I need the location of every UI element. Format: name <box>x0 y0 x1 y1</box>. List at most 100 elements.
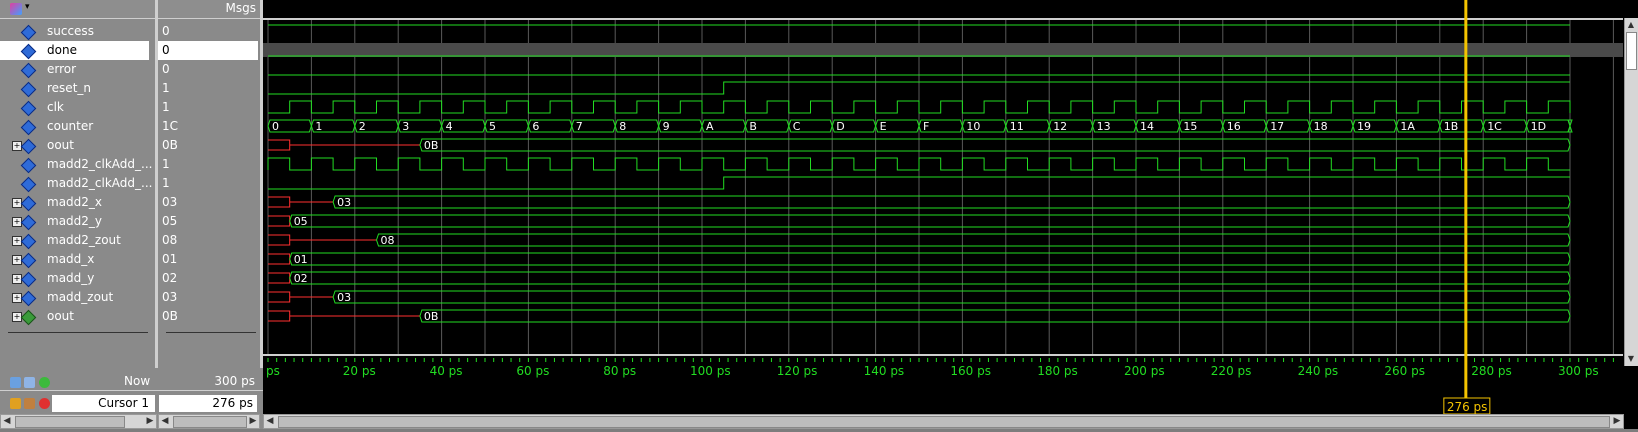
bus-value-label: C <box>793 120 801 133</box>
wave-toolbar-icon[interactable] <box>10 3 22 15</box>
signal-row[interactable]: success <box>0 22 149 41</box>
signal-row[interactable]: + madd_y <box>0 269 149 288</box>
bus-value-label: 0B <box>424 310 439 323</box>
unknown-bus-segment <box>268 234 377 246</box>
signal-name: madd2_y <box>47 214 103 228</box>
bus-value-label: 10 <box>966 120 980 133</box>
scroll-left-icon[interactable]: ◀ <box>265 416 275 426</box>
add-cursor-icon[interactable] <box>39 377 50 388</box>
digital-waveform <box>267 157 1570 171</box>
bus-value-label: 11 <box>1010 120 1024 133</box>
signal-diamond-icon <box>20 214 37 231</box>
signal-value-row[interactable]: 0 <box>158 41 258 60</box>
signal-row[interactable]: + madd2_zout <box>0 231 149 250</box>
signal-row[interactable]: error <box>0 60 149 79</box>
bus-segment <box>289 214 1571 228</box>
signal-value-row[interactable]: 1 <box>158 155 258 174</box>
values-header: Msgs <box>158 0 260 19</box>
signal-row[interactable]: done <box>0 41 149 60</box>
signal-diamond-icon <box>20 81 37 98</box>
bus-value-label: 1C <box>1487 120 1502 133</box>
values-scrollbar[interactable]: ◀ ▶ <box>158 414 260 429</box>
scroll-right-icon[interactable]: ▶ <box>145 416 155 426</box>
signal-value: 1 <box>162 81 170 95</box>
signal-row[interactable]: counter <box>0 117 149 136</box>
wave-scroll-thumb[interactable] <box>278 416 1610 428</box>
unknown-bus-segment <box>268 272 291 284</box>
timeline-tick-label: 100 ps <box>690 364 731 378</box>
signal-diamond-icon <box>20 62 37 79</box>
signal-row[interactable]: + madd_zout <box>0 288 149 307</box>
signal-value-row[interactable]: 03 <box>158 288 258 307</box>
signal-value-row[interactable]: 01 <box>158 250 258 269</box>
timeline-tick-label: 160 ps <box>950 364 991 378</box>
bus-value-label: D <box>836 120 844 133</box>
signal-value: 1 <box>162 100 170 114</box>
signal-row[interactable]: + madd2_x <box>0 193 149 212</box>
signal-value-row[interactable]: 1 <box>158 174 258 193</box>
wrench-icon[interactable] <box>24 398 35 409</box>
signal-name: error <box>47 62 77 76</box>
names-scrollbar[interactable]: ◀ ▶ <box>0 414 157 429</box>
scroll-right-icon[interactable]: ▶ <box>1612 416 1622 426</box>
timeline-tick-label: 280 ps <box>1471 364 1512 378</box>
signal-value-row[interactable]: 1C <box>158 117 258 136</box>
cursor-name-field[interactable]: Cursor 1 <box>52 395 155 412</box>
add-wave-icon[interactable] <box>10 377 21 388</box>
cursor-value-field[interactable]: 276 ps <box>159 395 257 412</box>
signal-name: madd2_zout <box>47 233 121 247</box>
digital-waveform <box>268 100 1571 114</box>
scroll-left-icon[interactable]: ◀ <box>160 416 170 426</box>
names-scroll-thumb[interactable] <box>15 416 125 428</box>
signal-row[interactable]: + madd2_y <box>0 212 149 231</box>
signal-row[interactable]: + madd_x <box>0 250 149 269</box>
wave-vscroll-thumb[interactable] <box>1626 32 1637 70</box>
signal-row[interactable]: + oout <box>0 136 149 155</box>
signal-row[interactable]: clk <box>0 98 149 117</box>
scroll-up-icon[interactable]: ▲ <box>1626 20 1636 30</box>
signal-row[interactable]: reset_n <box>0 79 149 98</box>
signal-value-row[interactable]: 0B <box>158 136 258 155</box>
edit-wave-icon[interactable] <box>24 377 35 388</box>
signal-value-row[interactable]: 05 <box>158 212 258 231</box>
signal-value-row[interactable]: 1 <box>158 79 258 98</box>
waveform-pane[interactable]: 0 1 2 3 4 5 6 7 8 9 A B C D E F 10 11 12 13 14 15 16 17 18 19 1A 1B… <box>263 0 1638 429</box>
bus-value-label: F <box>923 120 929 133</box>
cursor-panel: Now 300 ps Cursor 1 276 ps ◀ ▶ ◀ ▶ <box>0 368 263 429</box>
signal-value-row[interactable]: 1 <box>158 98 258 117</box>
values-scroll-thumb[interactable] <box>173 416 247 428</box>
signal-value-row[interactable]: 03 <box>158 193 258 212</box>
lock-icon[interactable] <box>10 398 21 409</box>
signal-value-row[interactable]: 08 <box>158 231 258 250</box>
waveform-canvas[interactable]: 0 1 2 3 4 5 6 7 8 9 A B C D E F 10 11 12 13 14 15 16 17 18 19 1A 1B… <box>263 0 1638 429</box>
bus-value-label: 3 <box>402 120 409 133</box>
scroll-left-icon[interactable]: ◀ <box>2 416 12 426</box>
signal-diamond-icon <box>20 24 37 41</box>
signal-value-row[interactable]: 0 <box>158 22 258 41</box>
signal-row[interactable]: madd2_clkAdd_... <box>0 174 152 193</box>
unknown-bus-segment <box>268 215 291 227</box>
wave-vertical-scrollbar[interactable]: ▲ ▼ <box>1624 18 1638 366</box>
signal-value-row[interactable]: 0 <box>158 60 258 79</box>
bus-value-label: 03 <box>337 291 351 304</box>
wave-horizontal-scrollbar[interactable]: ◀ ▶ <box>263 414 1624 429</box>
bus-value-label: A <box>706 120 714 133</box>
chevron-down-icon[interactable]: ▾ <box>25 2 30 12</box>
scroll-down-icon[interactable]: ▼ <box>1626 354 1636 364</box>
bus-value-label: 2 <box>359 120 366 133</box>
signal-row[interactable]: + oout <box>0 307 149 326</box>
signal-name: oout <box>47 309 74 323</box>
wave-window: ▾ success done error reset_n clk counter + oout… <box>0 0 1638 429</box>
signal-diamond-icon <box>20 252 37 269</box>
bus-value-label: B <box>749 120 757 133</box>
timeline-tick-label: 180 ps <box>1037 364 1078 378</box>
scroll-right-icon[interactable]: ▶ <box>248 416 258 426</box>
unknown-bus-segment <box>268 253 291 265</box>
signal-value-row[interactable]: 02 <box>158 269 258 288</box>
bus-value-label: 0 <box>272 120 279 133</box>
delete-cursor-icon[interactable] <box>39 398 50 409</box>
signal-value-row[interactable]: 0B <box>158 307 258 326</box>
signal-diamond-icon <box>20 176 37 193</box>
signal-name: reset_n <box>47 81 91 95</box>
signal-row[interactable]: madd2_clkAdd_... <box>0 155 152 174</box>
